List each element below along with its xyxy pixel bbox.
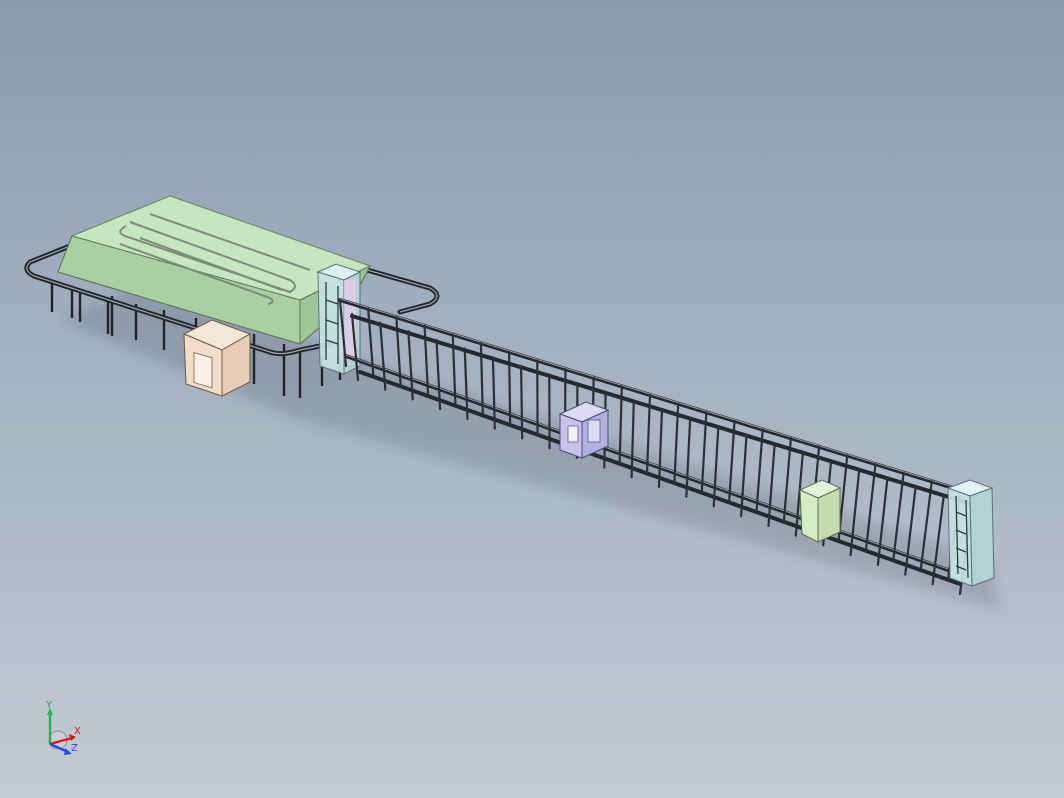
y-axis-label: Y — [45, 700, 53, 711]
x-axis-label: X — [74, 726, 81, 737]
control-cabinet[interactable] — [798, 479, 842, 543]
3d-viewport[interactable]: Y X Z — [0, 0, 1064, 798]
assembly-model[interactable] — [0, 0, 1064, 798]
operator-booth[interactable] — [182, 319, 252, 397]
lift-tower-right[interactable] — [946, 479, 995, 587]
axis-triad[interactable]: Y X Z — [38, 700, 88, 760]
conveyor-post — [507, 350, 512, 426]
spray-booth-frame[interactable] — [558, 401, 610, 459]
z-axis-label: Z — [71, 743, 78, 754]
conveyor-post — [519, 364, 524, 440]
